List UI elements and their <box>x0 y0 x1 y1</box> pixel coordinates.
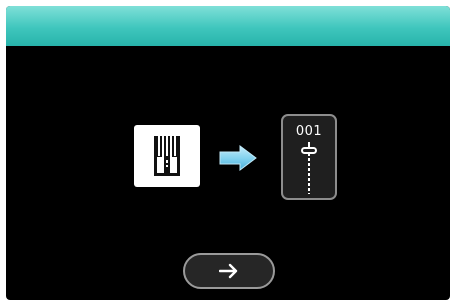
header-bar <box>6 6 450 46</box>
straight-stitch-icon <box>301 142 317 194</box>
arrow-right-icon <box>219 263 238 279</box>
instruction-panel: 001 <box>6 46 450 300</box>
presser-foot-graphic <box>154 136 180 176</box>
presser-foot-icon <box>134 125 200 187</box>
stitch-selection-card: 001 <box>281 114 337 200</box>
stitch-number: 001 <box>295 124 323 139</box>
arrow-right-icon <box>218 145 258 171</box>
machine-screen: 001 <box>6 6 450 300</box>
next-button[interactable] <box>183 253 275 289</box>
